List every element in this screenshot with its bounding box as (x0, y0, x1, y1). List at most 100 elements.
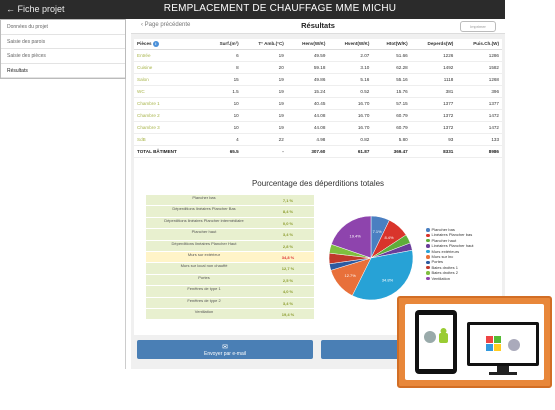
table-cell: 1377 (410, 97, 457, 110)
percentage-label: Plancher bas (192, 195, 216, 200)
legend-label: Ventilation (431, 275, 450, 281)
pie-slice-label: 19.4% (349, 233, 361, 238)
room-name[interactable]: Chambre 1 (134, 97, 207, 110)
room-name[interactable]: Chambre 2 (134, 109, 207, 122)
envelope-icon: ✉ (222, 344, 228, 351)
percentage-value: 2,5 % (282, 277, 294, 283)
legend-label: Linéaires Plancher bas (431, 232, 473, 238)
table-row: SdB 4 22 4.98 0.82 5.80 93 133 (134, 133, 502, 146)
room-name[interactable]: Cuisine (134, 61, 207, 74)
platform-promo-badge (397, 296, 552, 388)
percentage-value: 8,4 % (282, 209, 294, 215)
table-cell: 51.66 (372, 49, 411, 62)
table-cell: 19 (241, 109, 287, 122)
legend-label: Baies droites 1 (431, 264, 458, 270)
table-cell: 60.79 (372, 121, 411, 134)
percentage-row: Murs sur extérieur 34,8 % (146, 251, 314, 264)
table-cell: 62.28 (372, 61, 411, 74)
column-header: Pièces i (134, 39, 207, 50)
table-cell: - (241, 144, 287, 158)
room-name[interactable]: Salon (134, 73, 207, 86)
table-cell: 10 (206, 109, 242, 122)
table-cell: 16.70 (328, 97, 373, 110)
table-row: WC 1.5 19 15.24 0.52 15.76 381 396 (134, 85, 502, 98)
table-cell: 1492 (410, 61, 457, 74)
room-name[interactable]: WC (134, 85, 207, 98)
sidebar-menu: Données du projet Saisie des parois Sais… (0, 19, 126, 79)
back-to-project-button[interactable]: ← Fiche projet (6, 4, 65, 14)
percentage-value: 4,0 % (282, 289, 294, 295)
results-table-card: Pièces i Surf.(m²) T° Amb.(°C) Henv(W/K) Hve… (134, 39, 502, 179)
table-cell: 5.80 (372, 133, 411, 146)
legend-swatch (426, 228, 430, 232)
percentage-label: Portes (198, 274, 210, 280)
table-cell: 4.98 (286, 133, 329, 146)
table-row: Chambre 2 10 19 44.08 16.70 60.79 1372 1472 (134, 109, 502, 122)
sidebar: Données du projet Saisie des parois Sais… (0, 19, 126, 369)
table-cell: 1268 (456, 73, 502, 86)
table-cell: 4 (206, 133, 242, 146)
percentage-label: Plancher haut (191, 229, 217, 235)
sidebar-item-rooms[interactable]: Saisie des pièces (1, 49, 125, 64)
table-cell: 19 (241, 121, 287, 134)
table-cell: 2.07 (328, 49, 373, 62)
table-cell: 59.18 (286, 61, 329, 74)
table-cell: 5.16 (328, 73, 373, 86)
table-cell: 1226 (410, 49, 457, 62)
table-cell: 0.82 (328, 133, 373, 146)
previous-page-link[interactable]: ‹ Page précédente (141, 22, 190, 28)
room-name[interactable]: Entrée (134, 49, 207, 62)
percentage-label: Fenêtres de type 1 (187, 286, 221, 292)
pie-legend: Plancher bas Linéaires Plancher bas Planch… (426, 227, 474, 281)
desktop-monitor-icon (467, 322, 539, 366)
percentage-label: Murs sur local non chauffé (180, 263, 228, 269)
table-cell: 20 (241, 61, 287, 74)
results-header: ‹ Page précédente Résultats Imprimer (131, 19, 505, 34)
percentage-label: Déperditions linéaires Plancher Haut (171, 240, 237, 246)
total-row: TOTAL BÂTIMENT 65.5-307.60 61.87 369.47 8331… (134, 144, 502, 158)
table-cell: 10 (206, 97, 242, 110)
table-cell: 6 (206, 49, 242, 62)
legend-swatch (426, 276, 430, 281)
table-cell: 1472 (456, 121, 502, 134)
total-label: TOTAL BÂTIMENT (134, 144, 207, 158)
table-cell: 8331 (410, 144, 457, 158)
table-cell: 307.60 (286, 144, 329, 158)
percentage-label: Murs sur extérieur (187, 251, 221, 257)
percentage-label: Déperditions linéaires Plancher Bas (172, 206, 236, 212)
table-cell: 16.70 (328, 121, 373, 134)
pie-slice-label: 34.8% (382, 277, 394, 282)
table-cell: 15.76 (372, 85, 411, 98)
percentage-value: 2,8 % (282, 243, 294, 249)
print-button[interactable]: Imprimer (460, 21, 496, 32)
table-row: Chambre 3 10 19 44.08 16.70 60.79 1372 1472 (134, 121, 502, 134)
table-row: Salon 15 19 49.86 5.16 55.16 1118 1268 (134, 73, 502, 86)
sidebar-item-project-data[interactable]: Données du projet (1, 20, 125, 35)
info-icon[interactable]: i (152, 40, 159, 47)
percentage-row: Déperditions linéaires Plancher interméd… (146, 217, 314, 230)
room-name[interactable]: Chambre 3 (134, 121, 207, 134)
column-header: Htot(W/K) (372, 39, 411, 50)
percentage-row: Déperditions linéaires Plancher Haut 2,8 … (146, 240, 314, 252)
sidebar-item-walls[interactable]: Saisie des parois (1, 35, 125, 49)
table-cell: 8 (206, 61, 242, 74)
table-cell: 396 (456, 85, 502, 98)
top-bar: ← Fiche projet REMPLACEMENT DE CHAUFFAGE… (0, 0, 505, 19)
percentage-label: Fenêtres de type 2 (187, 297, 221, 303)
table-cell: 1582 (456, 61, 502, 74)
percentage-label: Déperditions linéaires Plancher interméd… (164, 217, 244, 223)
table-cell: 381 (410, 85, 457, 98)
table-row: Cuisine 8 20 59.18 3.10 62.28 1492 1582 (134, 61, 502, 74)
loss-pie-chart: 7.1%8.4% 34.8% 12.7% 19.4% (328, 215, 414, 301)
legend-item: Ventilation (426, 276, 474, 281)
table-row: Chambre 1 10 19 40.45 16.70 57.15 1377 1377 (134, 97, 502, 110)
table-cell: 1372 (410, 109, 457, 122)
legend-label: Baies droites 2 (431, 270, 458, 276)
table-cell: 10 (206, 121, 242, 134)
legend-swatch (426, 260, 430, 265)
sidebar-item-results[interactable]: Résultats (1, 64, 125, 78)
table-cell: 61.87 (328, 144, 373, 158)
table-cell: 133 (456, 133, 502, 146)
send-email-button[interactable]: ✉ Envoyer par e-mail (137, 340, 313, 359)
room-name[interactable]: SdB (134, 133, 207, 146)
